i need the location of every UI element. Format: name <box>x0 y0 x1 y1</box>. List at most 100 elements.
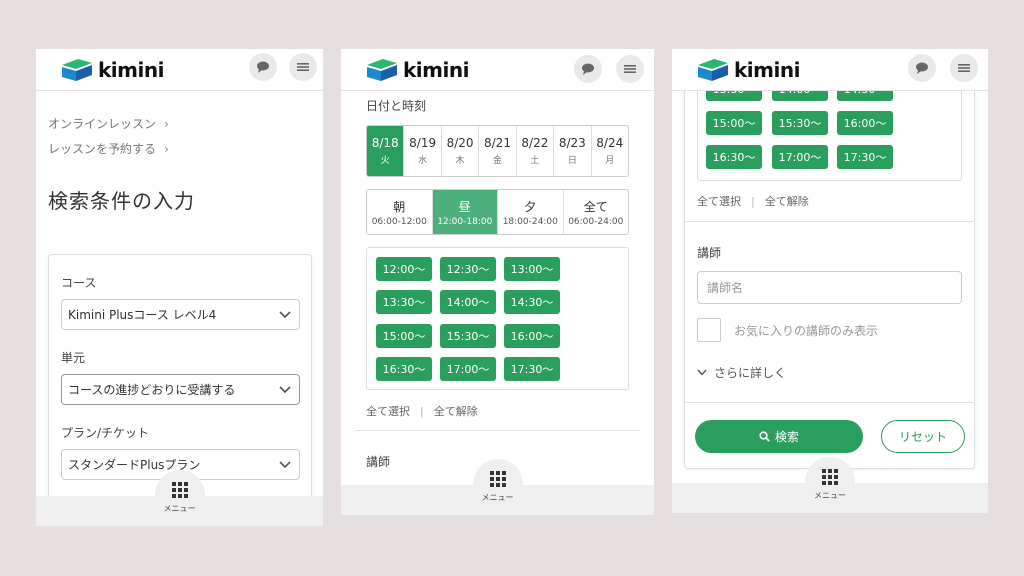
hamburger-menu-icon <box>958 64 970 72</box>
time-slot[interactable]: 15:00〜 <box>376 324 432 348</box>
logo[interactable]: kimini <box>696 55 800 85</box>
date-label: 8/24 <box>596 136 624 150</box>
time-slot[interactable]: 14:00〜 <box>440 290 496 314</box>
section-divider <box>355 430 640 431</box>
chat-button[interactable] <box>249 53 277 81</box>
date-tab-0822[interactable]: 8/22 土 <box>517 126 555 176</box>
hamburger-menu-icon <box>297 63 309 71</box>
screen-teacher-search: 13:30〜 14:00〜 14:30〜 15:00〜 15:30〜 16:00… <box>672 49 988 513</box>
grid-menu-icon <box>822 469 838 485</box>
hamburger-menu-button[interactable] <box>289 53 317 81</box>
course-select-value: Kimini Plusコース レベル4 <box>68 308 217 322</box>
app-header: kimini <box>36 49 323 91</box>
reset-button[interactable]: リセット <box>881 420 965 453</box>
period-range: 18:00-24:00 <box>502 216 558 227</box>
chat-bubble-icon <box>916 62 928 74</box>
search-button[interactable]: 検索 <box>695 420 863 453</box>
time-slot[interactable]: 17:30〜 <box>837 145 893 169</box>
chat-bubble-icon <box>257 61 269 73</box>
period-tab-evening[interactable]: 夕 18:00-24:00 <box>498 190 564 234</box>
date-label: 8/21 <box>484 136 511 150</box>
logo[interactable]: kimini <box>60 55 164 85</box>
time-slot[interactable]: 15:30〜 <box>772 111 828 135</box>
more-details-toggle[interactable]: さらに詳しく <box>697 364 786 381</box>
select-all-link[interactable]: 全て選択 <box>697 193 741 209</box>
link-separator: | <box>751 194 755 208</box>
teacher-label: 講師 <box>697 246 722 260</box>
section-divider <box>685 221 975 222</box>
menu-button[interactable]: メニュー <box>472 459 523 509</box>
time-slot[interactable]: 15:30〜 <box>440 324 496 348</box>
unit-select[interactable]: コースの進捗どおりに受講する <box>61 374 300 405</box>
time-slot[interactable]: 13:30〜 <box>376 290 432 314</box>
period-name: 全て <box>583 199 608 214</box>
weekday-label: 月 <box>605 156 615 166</box>
time-slot[interactable]: 16:30〜 <box>706 145 762 169</box>
period-range: 06:00-24:00 <box>568 216 624 227</box>
time-slot[interactable]: 17:00〜 <box>772 145 828 169</box>
chat-button[interactable] <box>574 55 602 83</box>
time-slot[interactable]: 13:00〜 <box>504 257 560 281</box>
time-slot[interactable]: 12:00〜 <box>376 257 432 281</box>
time-slot[interactable]: 17:30〜 <box>504 357 560 381</box>
time-slot[interactable]: 15:00〜 <box>706 111 762 135</box>
weekday-label: 水 <box>418 156 428 166</box>
favorites-only-checkbox[interactable] <box>697 318 721 342</box>
date-tab-0823[interactable]: 8/23 日 <box>554 126 592 176</box>
time-slot[interactable]: 14:30〜 <box>504 290 560 314</box>
time-slot[interactable]: 12:30〜 <box>440 257 496 281</box>
date-time-title: 日付と時刻 <box>366 99 427 113</box>
date-tab-0820[interactable]: 8/20 木 <box>442 126 480 176</box>
logo-text: kimini <box>403 58 469 82</box>
weekday-label: 金 <box>492 156 502 166</box>
deselect-all-link[interactable]: 全て解除 <box>434 403 478 419</box>
chat-button[interactable] <box>908 54 936 82</box>
logo-text: kimini <box>734 58 800 82</box>
period-name: 昼 <box>458 199 471 214</box>
deselect-all-link[interactable]: 全て解除 <box>765 193 809 209</box>
grid-menu-icon <box>489 471 506 487</box>
menu-button[interactable]: メニュー <box>154 470 205 520</box>
more-details-label: さらに詳しく <box>714 366 787 380</box>
breadcrumb-book-lesson[interactable]: レッスンを予約する › <box>48 140 169 157</box>
menu-label: メニュー <box>814 491 846 500</box>
slot-select-links: 全て選択 | 全て解除 <box>366 403 478 419</box>
hamburger-menu-button[interactable] <box>616 55 644 83</box>
breadcrumb-online-lesson[interactable]: オンラインレッスン › <box>48 115 169 132</box>
breadcrumb-label: オンラインレッスン <box>48 117 157 131</box>
date-tab-0818[interactable]: 8/18 火 <box>367 126 405 176</box>
time-slot[interactable]: 16:30〜 <box>376 357 432 381</box>
section-divider <box>685 402 975 403</box>
period-name: 朝 <box>393 199 406 214</box>
course-select[interactable]: Kimini Plusコース レベル4 <box>61 299 300 330</box>
date-tab-0821[interactable]: 8/21 金 <box>479 126 517 176</box>
app-header: kimini <box>341 49 654 91</box>
time-slot[interactable]: 17:00〜 <box>440 357 496 381</box>
unit-label: 単元 <box>61 351 86 365</box>
time-period-selector: 朝 06:00-12:00 昼 12:00-18:00 夕 18:00-24:00 全… <box>366 189 629 235</box>
period-tab-all[interactable]: 全て 06:00-24:00 <box>564 190 629 234</box>
chevron-down-icon <box>279 461 291 469</box>
teacher-name-input[interactable]: 講師名 <box>697 271 962 304</box>
date-tab-0824[interactable]: 8/24 月 <box>592 126 628 176</box>
hamburger-menu-button[interactable] <box>950 54 978 82</box>
menu-button[interactable]: メニュー <box>805 457 855 507</box>
date-tab-0819[interactable]: 8/19 水 <box>404 126 442 176</box>
screen-date-time: kimini 日付と時刻 8/18 火 8/19 水 8/20 木 8/21 金 8/2… <box>341 49 654 515</box>
logo[interactable]: kimini <box>365 55 469 85</box>
period-tab-morning[interactable]: 朝 06:00-12:00 <box>367 190 433 234</box>
period-tab-afternoon[interactable]: 昼 12:00-18:00 <box>432 190 498 234</box>
select-all-link[interactable]: 全て選択 <box>366 403 410 419</box>
date-selector: 8/18 火 8/19 水 8/20 木 8/21 金 8/22 土 8/23 日 8/24… <box>366 125 629 177</box>
time-slot[interactable]: 16:00〜 <box>837 111 893 135</box>
chat-bubble-icon <box>582 63 594 75</box>
weekday-label: 火 <box>380 156 390 166</box>
reset-button-label: リセット <box>898 430 947 444</box>
date-label: 8/19 <box>409 136 437 150</box>
time-slot[interactable]: 16:00〜 <box>504 324 560 348</box>
plan-label: プラン/チケット <box>61 426 150 440</box>
period-range: 06:00-12:00 <box>371 216 427 227</box>
chevron-down-icon <box>697 369 707 376</box>
date-label: 8/22 <box>521 136 549 150</box>
hamburger-menu-icon <box>624 65 636 73</box>
